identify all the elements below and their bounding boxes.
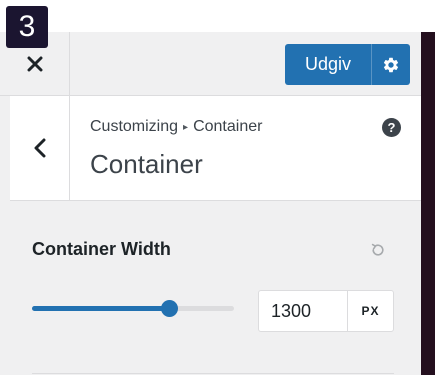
reset-icon — [371, 243, 384, 256]
breadcrumb-current: Container — [193, 118, 263, 135]
reset-button[interactable] — [368, 240, 388, 260]
section-title: Container — [90, 149, 203, 179]
slider-thumb[interactable] — [161, 300, 179, 317]
section-header: Customizing ▸ Container Container ? — [10, 96, 421, 201]
publish-settings-button[interactable] — [372, 44, 410, 85]
help-icon[interactable]: ? — [382, 118, 401, 137]
container-width-control: Container Width PX — [10, 201, 421, 375]
publish-button-group: Udgiv — [285, 44, 410, 85]
close-icon — [27, 56, 42, 71]
step-badge: 3 — [6, 6, 48, 48]
breadcrumb: Customizing ▸ Container — [90, 118, 262, 136]
width-number-field: PX — [258, 290, 394, 332]
breadcrumb-separator: ▸ — [183, 122, 189, 133]
publish-button[interactable]: Udgiv — [285, 44, 372, 85]
slider-fill — [32, 306, 170, 311]
preview-edge — [421, 32, 435, 375]
unit-label[interactable]: PX — [347, 291, 393, 331]
breadcrumb-parent: Customizing — [90, 118, 179, 135]
control-title: Container Width — [32, 239, 171, 259]
gear-icon — [383, 57, 399, 72]
chevron-left-icon — [34, 138, 45, 158]
width-input[interactable] — [259, 291, 347, 331]
customizer-panel: Udgiv Customizing ▸ Container Container ? … — [0, 32, 421, 375]
back-button[interactable] — [10, 96, 70, 200]
control-divider — [32, 373, 394, 374]
customizer-header: Udgiv — [0, 32, 421, 96]
width-slider[interactable] — [32, 299, 234, 319]
